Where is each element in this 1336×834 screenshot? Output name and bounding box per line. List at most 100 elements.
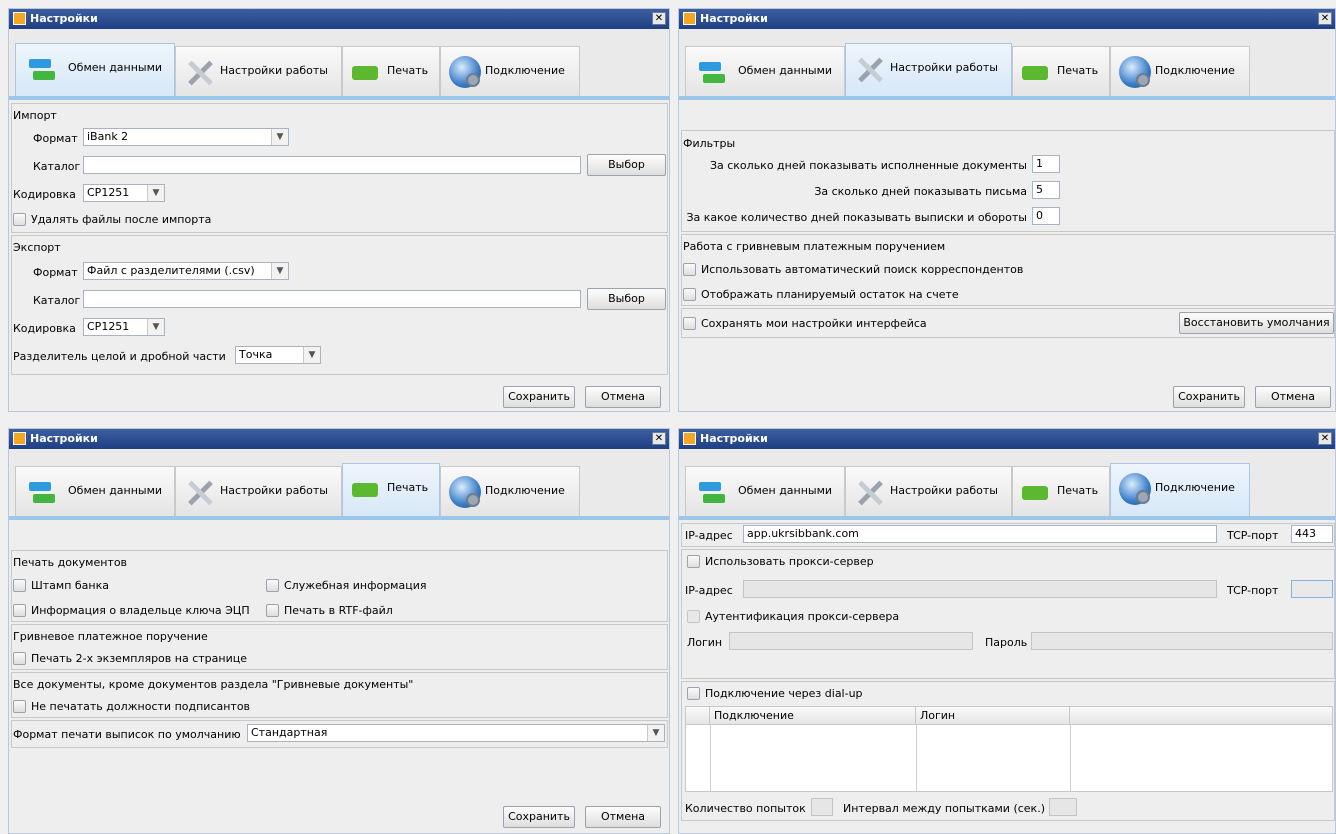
two-copies-label: Печать 2-х экземпляров на странице — [31, 652, 247, 665]
delete-files-checkbox[interactable] — [13, 213, 26, 226]
save-button[interactable]: Сохранить — [1173, 386, 1245, 408]
bank-stamp-checkbox[interactable] — [13, 579, 26, 592]
globe-network-icon — [449, 476, 481, 508]
tab-exchange[interactable]: Обмен данными — [685, 466, 845, 516]
tab-connection-label: Подключение — [485, 484, 565, 497]
save-button[interactable]: Сохранить — [503, 806, 575, 828]
tab-print[interactable]: Печать — [1012, 466, 1110, 516]
table-col-divider — [916, 725, 917, 791]
proxy-ip-label: IP-адрес — [685, 584, 733, 597]
attempts-field[interactable] — [811, 798, 833, 816]
tab-exchange[interactable]: Обмен данными — [15, 43, 175, 98]
exchange-arrows-icon — [696, 476, 728, 508]
ip-field[interactable]: app.ukrsibbank.com — [743, 525, 1217, 543]
export-format-value: Файл с разделителями (.csv) — [87, 264, 255, 277]
ip-label: IP-адрес — [685, 529, 733, 542]
no-positions-label: Не печатать должности подписантов — [31, 700, 251, 713]
tab-connection-label: Подключение — [485, 64, 565, 77]
printer-icon — [1019, 476, 1051, 508]
tab-work[interactable]: Настройки работы — [845, 466, 1012, 516]
import-catalog-field[interactable] — [83, 156, 581, 174]
export-format-combo[interactable]: Файл с разделителями (.csv) ▼ — [83, 262, 289, 280]
auto-search-checkbox[interactable] — [683, 263, 696, 276]
printer-icon — [1019, 56, 1051, 88]
import-encoding-combo[interactable]: CP1251 ▼ — [83, 184, 165, 202]
dialup-checkbox[interactable] — [687, 687, 700, 700]
proxy-login-field[interactable] — [729, 632, 973, 650]
statements-days-field[interactable]: 0 — [1032, 207, 1060, 225]
settings-window-work: Настройки ✕ Обмен данными Настройки рабо… — [678, 8, 1336, 412]
dialup-table: Подключение Логин — [685, 706, 1333, 792]
tab-print[interactable]: Печать — [342, 463, 440, 518]
tab-work[interactable]: Настройки работы — [175, 46, 342, 96]
table-header-connection[interactable]: Подключение — [710, 707, 916, 725]
title-bar: Настройки ✕ — [679, 9, 1335, 29]
use-proxy-checkbox[interactable] — [687, 555, 700, 568]
settings-window-print: Настройки ✕ Обмен данными Настройки рабо… — [8, 428, 670, 834]
table-header-extra — [1070, 707, 1332, 725]
save-ui-checkbox[interactable] — [683, 317, 696, 330]
export-catalog-field[interactable] — [83, 290, 581, 308]
save-button[interactable]: Сохранить — [503, 386, 575, 408]
separator-combo[interactable]: Точка ▼ — [235, 346, 321, 364]
two-copies-checkbox[interactable] — [13, 652, 26, 665]
cancel-button[interactable]: Отмена — [585, 806, 661, 828]
tab-exchange[interactable]: Обмен данными — [15, 466, 175, 516]
auto-search-label: Использовать автоматический поиск коррес… — [701, 263, 1024, 276]
interval-field[interactable] — [1049, 798, 1077, 816]
key-owner-checkbox[interactable] — [13, 604, 26, 617]
executed-days-field[interactable]: 1 — [1032, 155, 1060, 173]
planned-balance-checkbox[interactable] — [683, 288, 696, 301]
tab-work[interactable]: Настройки работы — [845, 43, 1012, 98]
close-icon[interactable]: ✕ — [1318, 432, 1332, 445]
tcp-label: TCP-порт — [1227, 529, 1279, 542]
restore-defaults-button[interactable]: Восстановить умолчания — [1179, 312, 1334, 334]
import-catalog-label: Каталог — [33, 160, 81, 173]
tab-connection[interactable]: Подключение — [1110, 46, 1250, 96]
tab-connection-label: Подключение — [1155, 64, 1235, 77]
export-browse-button[interactable]: Выбор — [587, 288, 666, 310]
rtf-checkbox[interactable] — [266, 604, 279, 617]
java-app-icon — [683, 432, 696, 445]
tab-connection[interactable]: Подключение — [1110, 463, 1250, 518]
tab-work[interactable]: Настройки работы — [175, 466, 342, 516]
proxy-auth-checkbox[interactable] — [687, 610, 700, 623]
import-format-combo[interactable]: iBank 2 ▼ — [83, 128, 289, 146]
no-positions-checkbox[interactable] — [13, 700, 26, 713]
chevron-down-icon: ▼ — [271, 129, 288, 145]
tab-exchange[interactable]: Обмен данными — [685, 46, 845, 96]
table-header-login[interactable]: Логин — [916, 707, 1070, 725]
hryvnia-title: Работа с гривневым платежным поручением — [683, 240, 946, 253]
save-ui-label: Сохранять мои настройки интерфейса — [701, 317, 927, 330]
proxy-tcp-field[interactable] — [1291, 580, 1333, 598]
tab-exchange-label: Обмен данными — [738, 64, 833, 77]
java-app-icon — [13, 12, 26, 25]
tab-connection[interactable]: Подключение — [440, 466, 580, 516]
password-label: Пароль — [985, 636, 1028, 649]
statement-format-combo[interactable]: Стандартная ▼ — [247, 724, 665, 742]
chevron-down-icon: ▼ — [147, 185, 164, 201]
hryvnia-order-title: Гривневое платежное поручение — [13, 630, 208, 643]
close-icon[interactable]: ✕ — [652, 432, 666, 445]
proxy-password-field[interactable] — [1031, 632, 1333, 650]
title-bar: Настройки ✕ — [679, 429, 1335, 449]
close-icon[interactable]: ✕ — [652, 12, 666, 25]
tab-print[interactable]: Печать — [342, 46, 440, 96]
service-info-checkbox[interactable] — [266, 579, 279, 592]
import-browse-button[interactable]: Выбор — [587, 154, 666, 176]
letters-days-field[interactable]: 5 — [1032, 181, 1060, 199]
delete-files-label: Удалять файлы после импорта — [31, 213, 212, 226]
cancel-button[interactable]: Отмена — [585, 386, 661, 408]
printer-icon — [349, 56, 381, 88]
proxy-ip-field[interactable] — [743, 580, 1217, 598]
use-proxy-label: Использовать прокси-сервер — [705, 555, 874, 568]
tools-icon — [184, 476, 216, 508]
export-catalog-label: Каталог — [33, 294, 81, 307]
cancel-button[interactable]: Отмена — [1255, 386, 1331, 408]
export-encoding-combo[interactable]: CP1251 ▼ — [83, 318, 165, 336]
tab-connection[interactable]: Подключение — [440, 46, 580, 96]
window-title: Настройки — [700, 432, 768, 445]
tab-print[interactable]: Печать — [1012, 46, 1110, 96]
tcp-field[interactable]: 443 — [1291, 525, 1333, 543]
close-icon[interactable]: ✕ — [1318, 12, 1332, 25]
